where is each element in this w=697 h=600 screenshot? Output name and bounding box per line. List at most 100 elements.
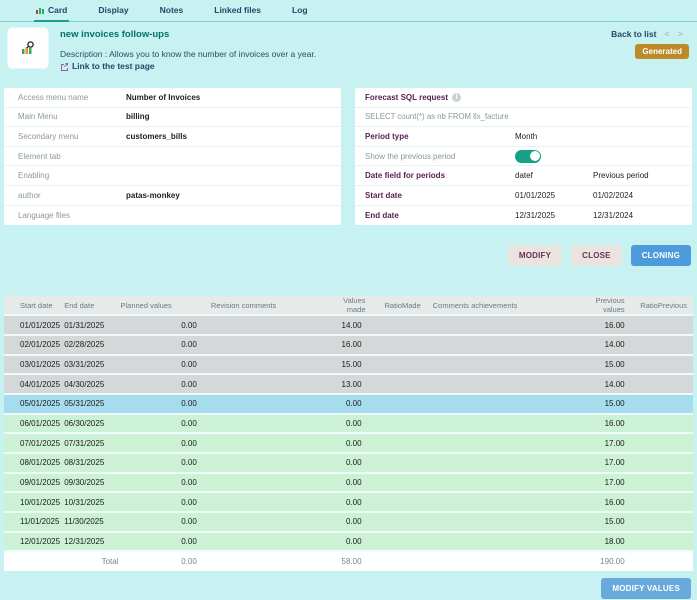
table-cell [625,492,693,512]
table-cell: 17.00 [576,433,624,453]
table-cell: 12/01/2025 [4,532,60,552]
table-cell [366,532,421,552]
table-cell: 06/30/2025 [60,414,120,434]
field-author: author patas-monkey [4,186,341,206]
tab-linked-files[interactable]: Linked files [212,5,263,22]
table-cell: 0.00 [120,492,196,512]
table-cell [366,355,421,375]
table-cell [366,512,421,532]
table-cell: 09/01/2025 [4,473,60,493]
column-header[interactable]: End date [60,296,120,315]
table-cell: 0.00 [323,532,365,552]
back-to-list-link[interactable]: Back to list [611,29,656,39]
column-header[interactable]: Start date [4,296,60,315]
table-cell [625,374,693,394]
field-value: Number of Invoices [126,93,341,102]
table-row: 02/01/202502/28/20250.0016.0014.00 [4,335,693,355]
field-label: End date [365,211,515,220]
field-value: billing [126,112,341,121]
table-cell [197,315,324,335]
table-cell [197,433,324,453]
barchart-magnifier-icon [20,40,36,56]
table-cell [421,492,577,512]
close-button[interactable]: CLOSE [571,245,622,266]
table-cell: 12/31/2025 [60,532,120,552]
field-show-previous-period: Show the previous period [355,147,692,167]
table-cell [366,374,421,394]
table-cell: 11/30/2025 [60,512,120,532]
table-cell: 15.00 [576,512,624,532]
table-cell [366,433,421,453]
table-cell: 08/31/2025 [60,453,120,473]
table-cell [625,315,693,335]
table-cell: 17.00 [576,453,624,473]
cloning-button[interactable]: CLONING [631,245,691,266]
tab-display[interactable]: Display [96,5,130,22]
field-value-previous: Previous period [593,171,692,180]
forecast-table: Start dateEnd datePlanned valuesRevision… [4,296,693,571]
total-planned-values: 0.00 [120,551,196,571]
table-cell: 18.00 [576,532,624,552]
field-label: Enabling [18,171,126,180]
field-end-date: End date 12/31/2025 12/31/2024 [355,206,692,226]
table-cell [197,512,324,532]
table-cell: 13.00 [323,374,365,394]
table-row: 05/01/202505/31/20250.000.0015.00 [4,394,693,414]
info-icon[interactable]: i [452,93,461,102]
field-access-menu-name: Access menu name Number of Invoices [4,88,341,108]
column-header[interactable]: Planned values [120,296,196,315]
link-to-test-page[interactable]: Link to the test page [60,61,689,71]
table-cell [366,453,421,473]
table-cell [421,433,577,453]
table-cell [625,414,693,434]
table-cell [197,532,324,552]
table-cell: 0.00 [323,414,365,434]
table-cell [421,532,577,552]
table-cell [197,492,324,512]
tab-log[interactable]: Log [290,5,310,22]
column-header[interactable]: Previous values [576,296,624,315]
table-cell: 03/31/2025 [60,355,120,375]
table-header-row: Start dateEnd datePlanned valuesRevision… [4,296,693,315]
column-header[interactable]: RatioPrevious [625,296,693,315]
status-badge: Generated [635,44,689,59]
field-value: 01/01/2025 [515,191,593,200]
table-cell [197,394,324,414]
table-cell: 05/01/2025 [4,394,60,414]
table-cell: 09/30/2025 [60,473,120,493]
table-cell [421,315,577,335]
table-cell [625,355,693,375]
table-cell: 17.00 [576,473,624,493]
table-cell [366,394,421,414]
field-value: Month [515,132,593,141]
total-label: Total [4,551,120,571]
table-row: 10/01/202510/31/20250.000.0016.00 [4,492,693,512]
table-cell: 0.00 [120,335,196,355]
tab-card[interactable]: Card [34,5,69,22]
table-row: 08/01/202508/31/20250.000.0017.00 [4,453,693,473]
column-header[interactable]: Values made [323,296,365,315]
field-value: 12/31/2025 [515,211,593,220]
modify-values-button[interactable]: MODIFY VALUES [601,578,691,599]
table-cell [421,355,577,375]
tab-notes[interactable]: Notes [158,5,186,22]
table-cell: 0.00 [120,355,196,375]
field-secondary-menu: Secondary menu customers_bills [4,127,341,147]
pagination-prev-icon[interactable]: < [664,29,669,39]
column-header[interactable]: Comments achievements [421,296,577,315]
table-cell [625,473,693,493]
field-label: Main Menu [18,112,126,121]
modify-button[interactable]: MODIFY [508,245,562,266]
table-cell [625,335,693,355]
description-text: Description : Allows you to know the num… [60,49,689,59]
table-row: 12/01/202512/31/20250.000.0018.00 [4,532,693,552]
previous-period-toggle[interactable] [515,150,541,163]
column-header[interactable]: RatioMade [366,296,421,315]
tab-bar: Card Display Notes Linked files Log [0,0,697,22]
table-cell [197,414,324,434]
column-header[interactable]: Revision comments [197,296,324,315]
pagination-next-icon[interactable]: > [678,29,683,39]
table-row: 04/01/202504/30/20250.0013.0014.00 [4,374,693,394]
table-cell: 0.00 [323,394,365,414]
table-cell [421,414,577,434]
